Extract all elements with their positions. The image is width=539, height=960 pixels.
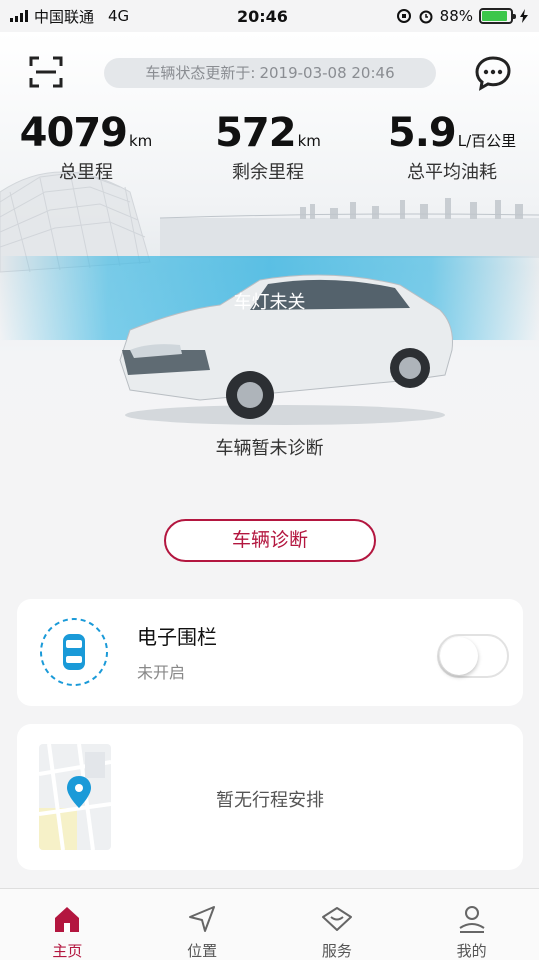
battery-icon [479,8,516,24]
geofence-car-icon [40,618,108,686]
geofence-toggle[interactable] [437,634,509,678]
message-icon[interactable] [474,54,512,92]
nav-service[interactable]: 服务 [270,889,405,960]
update-status-pill: 车辆状态更新于: 2019-03-08 20:46 [104,58,436,88]
total-mileage-label: 总里程 [59,162,113,183]
total-mileage-unit: km [129,132,153,150]
alert-text: 车灯未关 [233,292,306,313]
status-time: 20:46 [236,6,288,26]
network-type: 4G [108,7,130,25]
nav-service-label: 服务 [321,942,352,960]
nav-home[interactable]: 主页 [0,889,135,960]
fuel-consumption-stat: 5.9 L/百公里 总平均油耗 [372,110,532,184]
geofence-title: 电子围栏 [137,625,217,649]
fuel-consumption-label: 总平均油耗 [407,162,497,183]
alarm-icon [419,10,433,24]
vehicle-diagnosis-button[interactable]: 车辆诊断 [164,519,376,562]
fuel-consumption-value: 5.9 [387,110,457,156]
hero-top-row: 车辆状态更新于: 2019-03-08 20:46 [0,52,539,92]
location-arrow-icon [189,906,216,932]
nav-location[interactable]: 位置 [135,889,270,960]
total-mileage-stat: 4079 km 总里程 [6,110,166,184]
geofence-card[interactable]: 电子围栏 未开启 [17,599,523,706]
fuel-consumption-unit: L/百公里 [457,132,517,150]
nav-location-label: 位置 [187,942,218,960]
bottom-nav: 主页 位置 服务 我的 [0,888,539,960]
update-label: 车辆状态更新于: [145,64,256,82]
status-bar: 中国联通 4G 20:46 88% [0,0,539,32]
vehicle-hero: 车辆状态更新于: 2019-03-08 20:46 4079 km 总里程 572… [0,32,539,460]
remaining-mileage-unit: km [297,132,321,150]
car-image [119,274,453,425]
remaining-mileage-stat: 572 km 剩余里程 [198,110,338,184]
nav-profile[interactable]: 我的 [404,889,539,960]
remaining-mileage-label: 剩余里程 [232,162,304,183]
scan-icon[interactable] [28,54,64,90]
total-mileage-value: 4079 [19,110,128,156]
status-left: 中国联通 4G [10,6,129,27]
home-icon [55,907,80,932]
profile-icon [459,906,485,933]
signal-icon [10,10,28,22]
charging-icon [520,9,528,23]
battery-percent: 88% [439,7,473,25]
geofence-status: 未开启 [137,663,186,682]
carrier-name: 中国联通 [34,7,95,26]
remaining-mileage-value: 572 [215,110,296,156]
toggle-knob [440,637,478,675]
trip-card[interactable]: 暂无行程安排 [17,724,523,870]
vehicle-stats: 4079 km 总里程 572 km 剩余里程 5.9 L/百公里 总平均油耗 [0,110,539,190]
rotation-lock-icon [396,9,411,23]
status-right: 88% [396,7,529,25]
update-time: 2019-03-08 20:46 [259,64,395,82]
trip-empty-text: 暂无行程安排 [216,790,324,811]
diagnosis-status: 车辆暂未诊断 [215,438,324,459]
service-icon [321,907,352,931]
nav-home-label: 主页 [52,942,83,960]
nav-profile-label: 我的 [456,942,487,960]
